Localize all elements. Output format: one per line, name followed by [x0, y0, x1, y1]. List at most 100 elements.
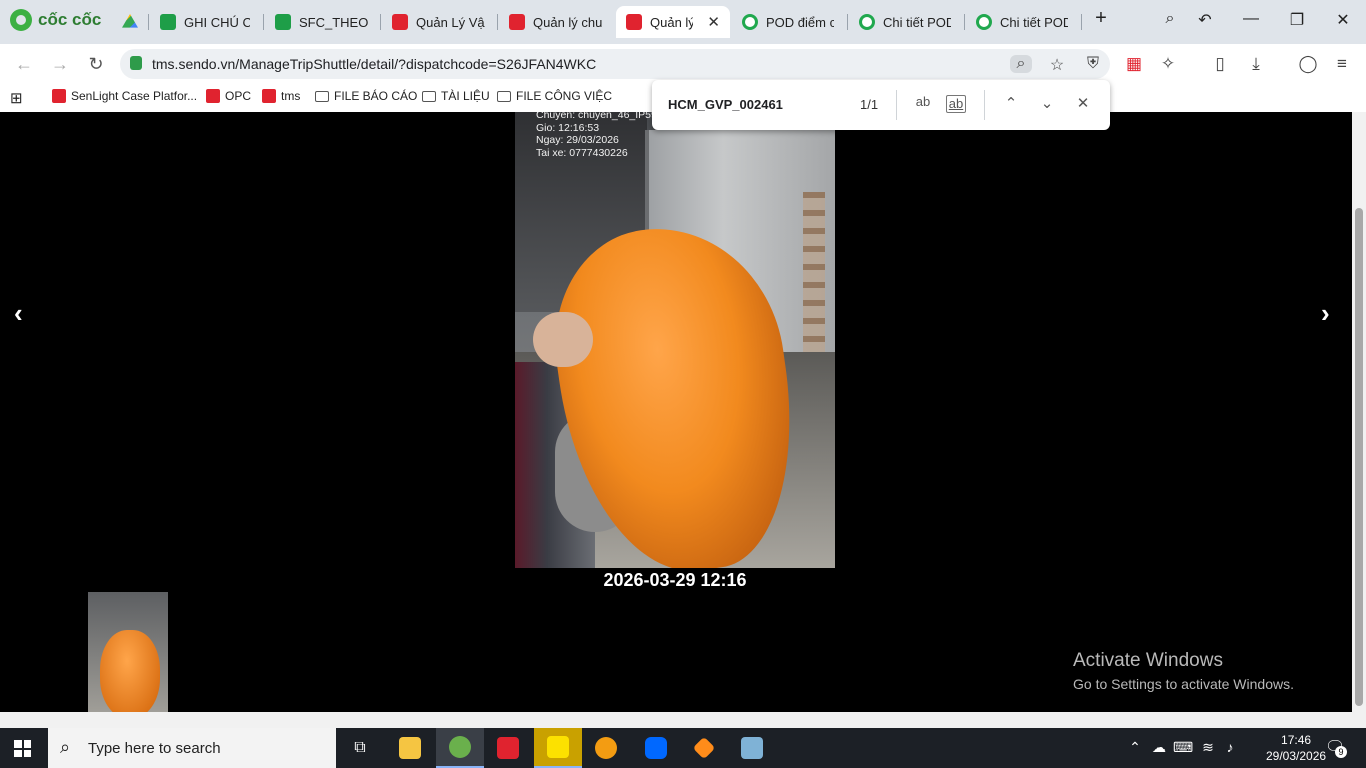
- address-bar[interactable]: tms.sendo.vn/ManageTripShuttle/detail/?d…: [120, 49, 1110, 79]
- tray-chevron-icon[interactable]: ⌃: [1126, 739, 1144, 756]
- profile-icon[interactable]: ◯: [1296, 54, 1320, 74]
- extensions-icon[interactable]: ✧: [1156, 54, 1180, 74]
- tab-ghi-chu[interactable]: GHI CHÚ CÓ: [150, 6, 260, 38]
- bookmark-label: FILE BÁO CÁO: [334, 89, 418, 103]
- apps-grid-icon[interactable]: ⊞: [10, 89, 23, 107]
- tab-label: POD điểm ch: [766, 14, 834, 30]
- taskbar-clock[interactable]: 17:46 29/03/2026: [1266, 732, 1326, 764]
- pod-icon: [859, 14, 875, 30]
- coccoc-logo-icon: [10, 9, 32, 31]
- tab-separator: [847, 14, 848, 30]
- watermark-title: Activate Windows: [1073, 650, 1223, 671]
- tab-label: Chi tiết POD: [883, 14, 951, 30]
- tab-chi-tiet-pod-2[interactable]: Chi tiết POD: [966, 6, 1078, 38]
- back-icon[interactable]: ←: [13, 54, 35, 75]
- close-tab-icon[interactable]: ✕: [707, 13, 720, 31]
- coccoc-taskbar-icon[interactable]: [436, 728, 484, 768]
- sendo-icon: [52, 89, 66, 103]
- minimize-icon[interactable]: —: [1239, 10, 1263, 28]
- forward-icon[interactable]: →: [49, 54, 71, 75]
- file-explorer-icon[interactable]: [386, 728, 434, 768]
- download-icon[interactable]: ⤓: [1244, 54, 1268, 74]
- sendo-icon: [509, 14, 525, 30]
- onedrive-icon[interactable]: ☁: [1150, 739, 1168, 756]
- whole-word-button[interactable]: ab: [946, 95, 966, 113]
- taskbar-search-box[interactable]: ⌕ Type here to search: [48, 728, 336, 768]
- pod-icon: [976, 14, 992, 30]
- photo-caption: 2026-03-29 12:16: [603, 570, 747, 590]
- tab-pod-diem[interactable]: POD điểm ch: [732, 6, 844, 38]
- photo-timestamp-overlay: Chuyen: chuyen_46_IP59 Gio: 12:16:53 Nga…: [536, 112, 657, 159]
- tab-search-icon[interactable]: ⌕: [1158, 10, 1182, 28]
- close-find-icon[interactable]: ✕: [1070, 94, 1096, 112]
- stamp-line: Gio: 12:16:53: [536, 121, 600, 134]
- bookmark-folder-file-bao-cao[interactable]: FILE BÁO CÁO: [315, 89, 417, 103]
- extension-sendo-icon[interactable]: ▦: [1122, 54, 1146, 74]
- tab-sfc-theo[interactable]: SFC_THEO D: [265, 6, 378, 38]
- find-input[interactable]: HCM_GVP_002461: [668, 97, 783, 112]
- split-view-icon[interactable]: ▯: [1208, 54, 1232, 74]
- bookmark-opc[interactable]: OPC: [206, 89, 251, 103]
- clock-date: 29/03/2026: [1266, 749, 1327, 763]
- back-history-icon[interactable]: ↶: [1193, 10, 1217, 30]
- photo-hand: [533, 312, 593, 367]
- browser-brand: cốc cốc: [38, 10, 102, 29]
- shield-icon[interactable]: ⛨: [1082, 55, 1104, 73]
- tab-quan-ly-van[interactable]: Quản Lý Vận: [382, 6, 495, 38]
- bookmark-folder-file-cong-viec[interactable]: FILE CÔNG VIỆC: [497, 89, 612, 103]
- scrollbar-thumb[interactable]: [1355, 208, 1363, 706]
- pod-photo[interactable]: Chuyen: chuyen_46_IP59 Gio: 12:16:53 Nga…: [515, 112, 835, 568]
- bookmark-tms[interactable]: tms: [262, 89, 300, 103]
- wps-office-icon[interactable]: [484, 728, 532, 768]
- notification-center-icon[interactable]: 🗨9: [1325, 737, 1347, 758]
- new-tab-icon[interactable]: +: [1089, 7, 1113, 30]
- bookmark-senlight[interactable]: SenLight Case Platfor...: [52, 89, 197, 103]
- prev-image-button[interactable]: ‹: [14, 298, 23, 329]
- horizontal-scrollbar-track: [0, 712, 1366, 728]
- volume-icon[interactable]: ♪: [1221, 739, 1239, 755]
- find-match-count: 1/1: [860, 97, 879, 112]
- tab-label: Quản lý: [650, 14, 694, 30]
- bookmark-star-icon[interactable]: ☆: [1046, 55, 1068, 75]
- sendo-icon: [392, 14, 408, 30]
- sticky-notes-icon[interactable]: [534, 728, 582, 768]
- wifi-icon[interactable]: ≋: [1199, 739, 1217, 756]
- tab-label: SFC_THEO D: [299, 14, 368, 30]
- find-previous-icon[interactable]: ⌃: [998, 94, 1024, 112]
- tab-chi-tiet-pod-1[interactable]: Chi tiết POD: [849, 6, 961, 38]
- tab-quan-ly-chuyen[interactable]: Quản lý chuy: [499, 6, 612, 38]
- activate-windows-watermark: Activate Windows Go to Settings to activ…: [1073, 650, 1294, 692]
- browser-logo[interactable]: cốc cốc: [10, 9, 101, 31]
- match-case-button[interactable]: ab: [910, 94, 936, 109]
- vertical-scrollbar[interactable]: [1352, 112, 1366, 712]
- app-orange-icon[interactable]: [680, 728, 728, 768]
- reload-icon[interactable]: ↻: [85, 54, 107, 75]
- tab-quan-ly-active[interactable]: Quản lý ✕: [616, 6, 730, 38]
- sendo-icon: [262, 89, 276, 103]
- keyboard-icon[interactable]: ⌨: [1173, 739, 1193, 756]
- close-window-icon[interactable]: ✕: [1331, 10, 1355, 30]
- app-blue-icon[interactable]: [728, 728, 776, 768]
- bookmark-label: SenLight Case Platfor...: [71, 89, 198, 103]
- ultraviewer-icon[interactable]: [582, 728, 630, 768]
- task-view-icon[interactable]: ⧉: [336, 728, 384, 768]
- photo-thumbnail[interactable]: [88, 592, 168, 712]
- tab-separator: [1081, 14, 1082, 30]
- restore-icon[interactable]: ❐: [1285, 10, 1309, 30]
- tab-separator: [380, 14, 381, 30]
- pod-icon: [742, 14, 758, 30]
- menu-icon[interactable]: ≡: [1330, 54, 1354, 74]
- find-bar: HCM_GVP_002461 1/1 ab ab ⌃ ⌄ ✕: [652, 80, 1110, 130]
- stamp-line: Tai xe: 0777430226: [536, 146, 628, 159]
- tab-strip: cốc cốc GHI CHÚ CÓ SFC_THEO D Quản Lý Vậ…: [0, 0, 1366, 44]
- find-next-icon[interactable]: ⌄: [1034, 94, 1060, 112]
- tab-drive-pinned[interactable]: [112, 6, 146, 38]
- url-text: tms.sendo.vn/ManageTripShuttle/detail/?d…: [152, 56, 597, 72]
- zalo-icon[interactable]: [632, 728, 680, 768]
- next-image-button[interactable]: ›: [1321, 298, 1330, 329]
- thumbnail-bag: [100, 630, 160, 712]
- find-in-page-icon[interactable]: ⌕: [1010, 55, 1032, 73]
- bookmark-folder-tai-lieu[interactable]: TÀI LIỆU: [422, 89, 490, 103]
- bookmark-label: TÀI LIỆU: [441, 89, 490, 103]
- windows-start-icon[interactable]: [14, 740, 31, 757]
